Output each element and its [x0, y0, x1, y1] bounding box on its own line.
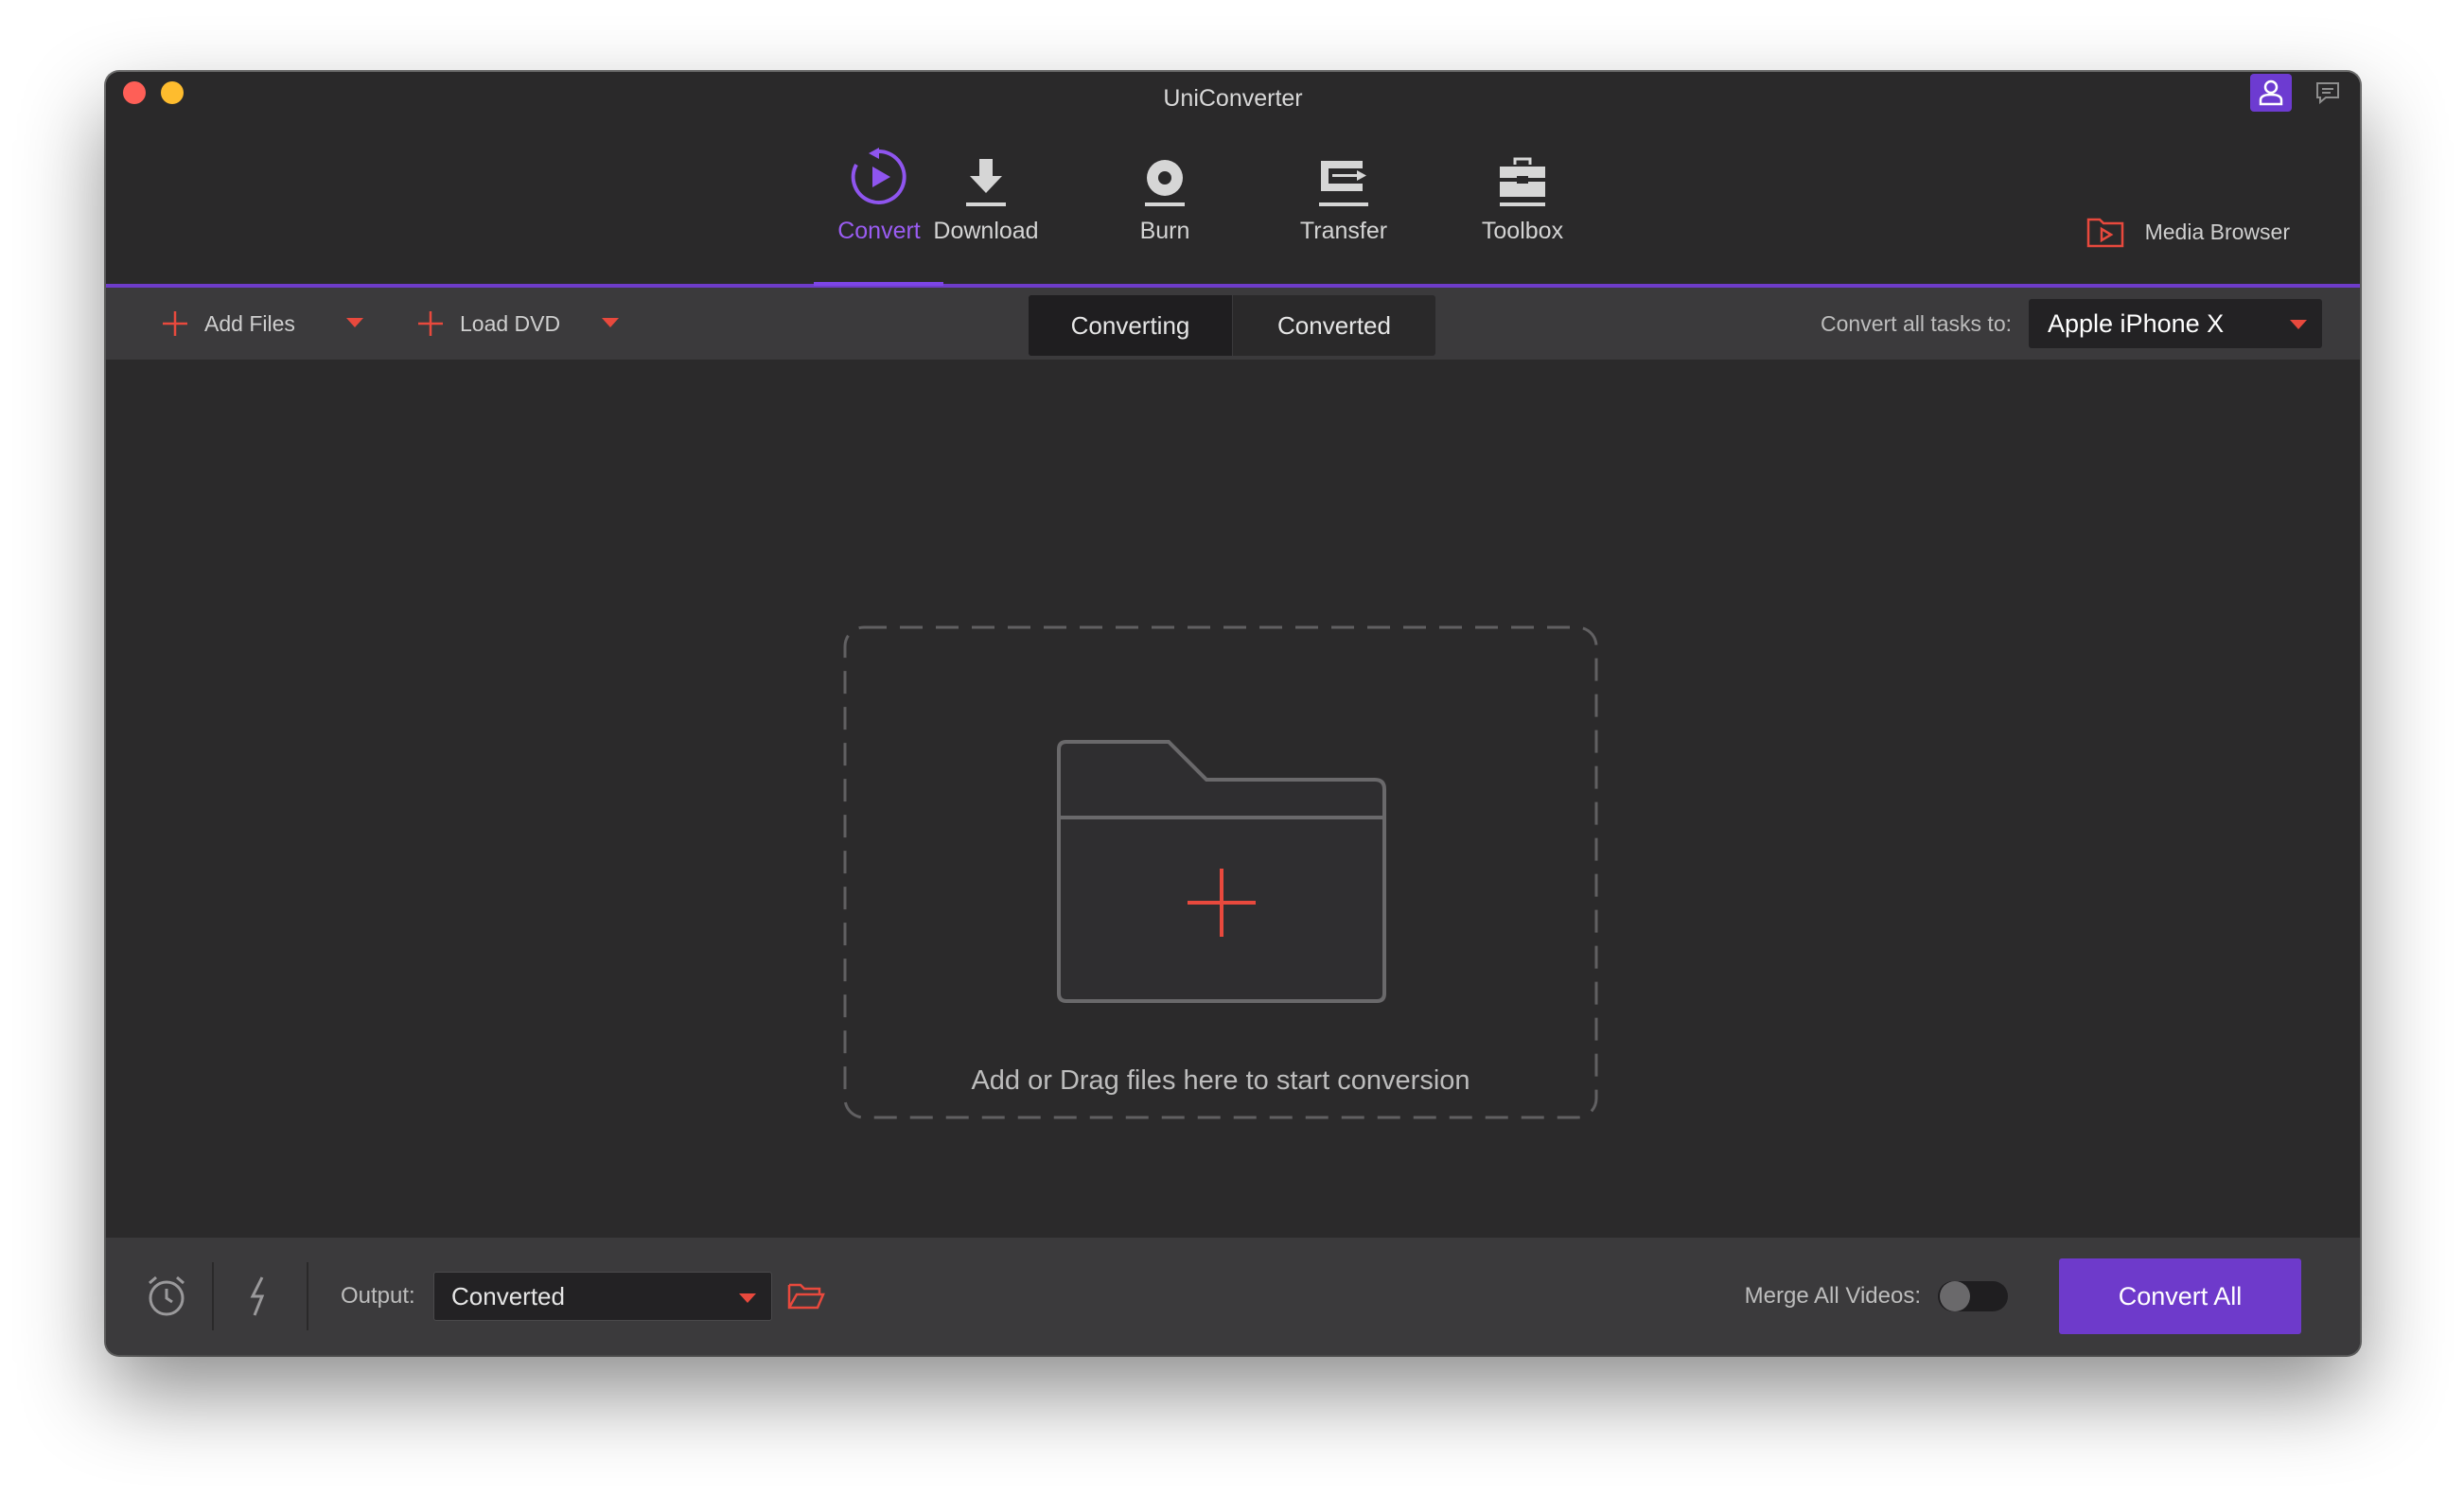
load-dvd-dropdown-icon[interactable]	[602, 318, 619, 327]
nav-download[interactable]: Download	[920, 134, 1052, 286]
feedback-button[interactable]	[2309, 74, 2347, 112]
output-label: Output:	[341, 1283, 415, 1309]
transfer-icon	[1319, 161, 1368, 206]
merge-all-videos-label: Merge All Videos:	[1744, 1283, 1921, 1309]
media-folder-icon	[2086, 218, 2123, 248]
app-window: UniConverter Convert Download Burn Trans…	[106, 72, 2360, 1355]
output-format-select[interactable]: Apple iPhone X	[2029, 299, 2322, 348]
separator	[212, 1262, 214, 1330]
media-browser-button[interactable]: Media Browser	[2086, 216, 2290, 248]
toolbar: Add Files Load DVD Converting Converted …	[106, 288, 2360, 360]
alarm-clock-icon	[149, 1275, 185, 1316]
tab-converted[interactable]: Converted	[1232, 295, 1435, 356]
download-icon	[966, 159, 1006, 206]
file-drop-zone[interactable]: Add or Drag files here to start conversi…	[842, 624, 1599, 1120]
high-speed-button[interactable]	[233, 1270, 286, 1323]
drop-zone-text: Add or Drag files here to start conversi…	[971, 1065, 1470, 1096]
top-right-controls	[2250, 74, 2347, 112]
add-files-dropdown-icon[interactable]	[346, 318, 363, 327]
chat-icon	[2316, 82, 2339, 105]
chevron-down-icon	[2290, 320, 2307, 329]
media-browser-label: Media Browser	[2144, 219, 2290, 244]
add-folder-icon[interactable]	[1055, 738, 1388, 1005]
output-folder-select[interactable]: Converted	[433, 1272, 772, 1321]
lightning-icon	[250, 1276, 265, 1316]
burn-icon	[1145, 160, 1185, 206]
output-format-value: Apple iPhone X	[2048, 308, 2225, 338]
main-content: Add or Drag files here to start conversi…	[106, 360, 2360, 1238]
chevron-down-icon	[739, 1293, 756, 1303]
active-nav-indicator	[814, 282, 943, 286]
load-dvd-button[interactable]: Load DVD	[416, 288, 560, 360]
bottom-bar: Output: Converted Merge All Videos: Conv…	[106, 1238, 2360, 1355]
separator	[307, 1262, 308, 1330]
schedule-button[interactable]	[140, 1270, 193, 1323]
nav-burn[interactable]: Burn	[1099, 134, 1231, 286]
merge-all-videos-toggle[interactable]	[1938, 1281, 2008, 1311]
convert-all-tasks-label: Convert all tasks to:	[1821, 310, 2012, 336]
tab-converting[interactable]: Converting	[1029, 295, 1232, 356]
nav-label: Convert	[837, 218, 921, 244]
user-icon	[2259, 79, 2283, 106]
main-nav: Convert Download Burn Transfer Toolbox	[106, 134, 2360, 286]
nav-toolbox[interactable]: Toolbox	[1456, 134, 1589, 286]
nav-label: Transfer	[1299, 218, 1388, 244]
add-files-label: Add Files	[204, 310, 295, 336]
load-dvd-label: Load DVD	[460, 310, 561, 336]
toolbox-icon	[1500, 157, 1545, 206]
add-files-button[interactable]: Add Files	[161, 288, 295, 360]
nav-transfer[interactable]: Transfer	[1277, 134, 1410, 286]
app-title: UniConverter	[1163, 85, 1303, 112]
nav-label: Burn	[1139, 218, 1190, 244]
open-folder-icon[interactable]	[785, 1275, 827, 1317]
account-button[interactable]	[2250, 74, 2292, 112]
nav-label: Download	[933, 218, 1039, 244]
convert-all-button[interactable]: Convert All	[2059, 1258, 2301, 1334]
toggle-knob	[1940, 1281, 1970, 1311]
nav-label: Toolbox	[1481, 218, 1564, 244]
tab-switcher: Converting Converted	[1029, 295, 1435, 356]
header: UniConverter Convert Download Burn Trans…	[106, 72, 2360, 288]
plus-icon	[163, 311, 187, 336]
plus-icon	[418, 311, 443, 336]
output-folder-value: Converted	[451, 1281, 565, 1310]
convert-icon	[851, 148, 906, 204]
